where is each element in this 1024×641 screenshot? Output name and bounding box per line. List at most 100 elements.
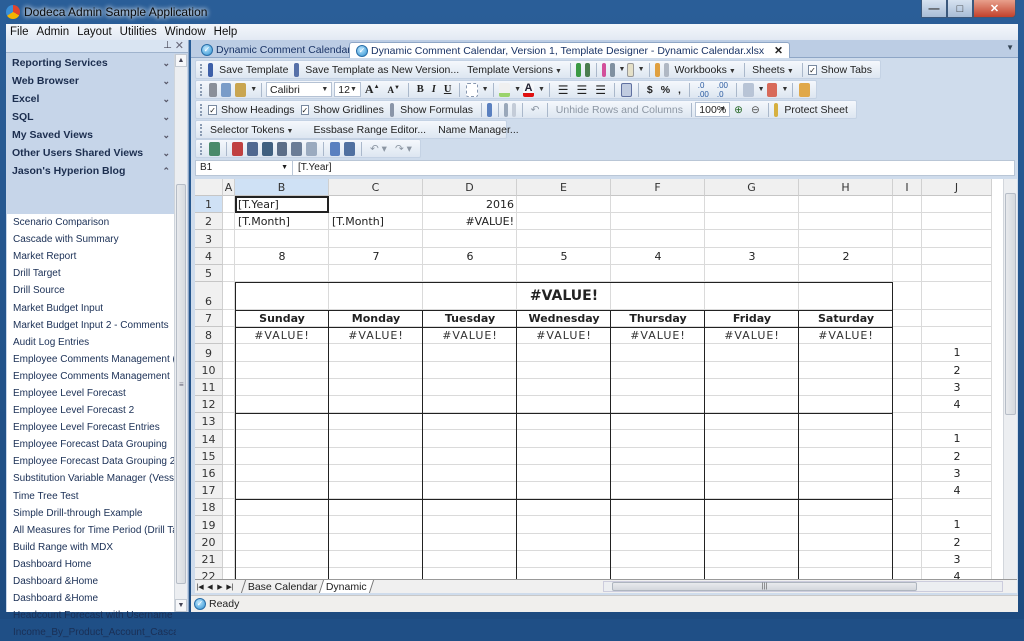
toolbar-grip[interactable] <box>200 83 203 96</box>
row-header[interactable]: 15 <box>195 447 223 465</box>
decrease-decimal-icon[interactable]: .00.0 <box>717 81 728 99</box>
week-row-index[interactable]: 3 <box>922 379 992 396</box>
sidebar-group[interactable]: Other Users Shared Views ⌄ <box>6 144 176 162</box>
row-header[interactable]: 12 <box>195 396 223 414</box>
day-value-cell[interactable]: #VALUE! <box>611 327 705 344</box>
send-icon[interactable] <box>261 141 273 156</box>
currency-button[interactable]: $ <box>647 84 653 96</box>
week-row-index[interactable]: 4 <box>922 396 992 413</box>
sidebar-item[interactable]: Headcount Forecast with Username <box>7 607 176 624</box>
day-header[interactable]: Sunday <box>235 310 329 327</box>
excel-icon[interactable] <box>576 62 582 77</box>
sidebar-item[interactable]: Market Report <box>7 248 176 265</box>
sidebar-item[interactable]: Drill Target <box>7 265 176 282</box>
scroll-thumb[interactable]: ||| <box>612 582 917 591</box>
export-icon[interactable] <box>585 62 590 77</box>
menu-window[interactable]: Window <box>165 26 206 38</box>
sidebar-item[interactable]: Employee Comments Management (E... <box>7 351 176 368</box>
essbase-range-editor-button[interactable]: Essbase Range Editor... <box>313 124 426 136</box>
row-header[interactable]: 22 <box>195 568 223 579</box>
day-value-cell[interactable]: #VALUE! <box>705 327 799 344</box>
row-header[interactable]: 1 <box>195 196 223 214</box>
underline-button[interactable]: U <box>444 84 452 95</box>
column-header[interactable]: J <box>922 179 992 196</box>
cell-c2[interactable]: [T.Month] <box>329 213 423 230</box>
borders-icon[interactable] <box>466 82 478 97</box>
sidebar-scrollbar[interactable]: ▲ ≡ ▼ <box>174 54 187 612</box>
scroll-thumb[interactable]: ≡ <box>176 184 186 584</box>
week-number-cell[interactable]: 5 <box>517 248 611 265</box>
row-header[interactable]: 2 <box>195 213 223 231</box>
hierarchy-icon[interactable] <box>344 141 356 156</box>
fill-color-icon[interactable] <box>499 82 511 97</box>
day-header[interactable]: Friday <box>705 310 799 327</box>
sidebar-item[interactable]: Build Range with MDX <box>7 539 176 556</box>
sidebar-group[interactable]: My Saved Views ⌄ <box>6 126 176 144</box>
workbook-icon[interactable] <box>663 62 669 77</box>
align-left-icon[interactable]: ☰ <box>558 83 569 97</box>
maximize-button[interactable]: □ <box>947 0 973 18</box>
font-color-icon[interactable]: A <box>523 82 534 97</box>
day-value-cell[interactable]: #VALUE! <box>799 327 893 344</box>
cell-d2[interactable]: #VALUE! <box>423 213 517 230</box>
sheet-tab-base-calendar[interactable]: Base Calendar <box>240 580 325 593</box>
table-icon[interactable] <box>487 102 492 117</box>
day-header[interactable]: Wednesday <box>517 310 611 327</box>
comma-button[interactable]: , <box>678 84 681 96</box>
week-row-index[interactable]: 1 <box>922 516 992 533</box>
close-icon[interactable]: ✕ <box>175 39 184 52</box>
row-header[interactable]: 14 <box>195 430 223 448</box>
column-header[interactable]: C <box>329 179 423 196</box>
day-header[interactable]: Thursday <box>611 310 705 327</box>
column-header[interactable]: H <box>799 179 893 196</box>
insert-column-icon[interactable] <box>503 102 509 117</box>
sidebar-item[interactable]: Drill Source <box>7 282 176 299</box>
protect-sheet-button[interactable]: Protect Sheet <box>784 104 848 116</box>
selector-tokens-dropdown[interactable]: Selector Tokens ▼ <box>210 124 293 136</box>
row-header[interactable]: 9 <box>195 344 223 362</box>
horizontal-scrollbar[interactable]: ||| <box>603 581 1003 592</box>
sidebar-group[interactable]: Jason's Hyperion Blog ⌃ <box>6 162 176 180</box>
tab-list-dropdown-icon[interactable]: ▼ <box>1006 43 1014 52</box>
prev-sheet-icon[interactable]: ◀ <box>205 583 215 591</box>
cut-icon[interactable] <box>208 82 217 97</box>
calendar-title[interactable]: #VALUE! <box>235 282 893 310</box>
row-header[interactable]: 5 <box>195 264 223 282</box>
unhide-rows-columns-button[interactable]: Unhide Rows and Columns <box>556 104 683 116</box>
delete-column-icon[interactable] <box>512 102 517 117</box>
sidebar-item[interactable]: Audit Log Entries <box>7 334 176 351</box>
zoom-in-data-icon[interactable] <box>276 141 288 156</box>
show-gridlines-checkbox[interactable]: ✓ <box>300 104 310 115</box>
scroll-thumb[interactable] <box>1005 193 1016 415</box>
font-name-select[interactable]: Calibri ▼ <box>266 82 333 97</box>
day-value-cell[interactable]: #VALUE! <box>235 327 329 344</box>
week-row-index[interactable]: 3 <box>922 465 992 482</box>
sidebar-item[interactable]: Employee Level Forecast 2 <box>7 402 176 419</box>
sidebar-group[interactable]: Reporting Services ⌄ <box>6 54 176 72</box>
workbook-open-icon[interactable] <box>654 62 660 77</box>
row-header[interactable]: 21 <box>195 550 223 568</box>
sidebar-item[interactable]: Employee Comments Management <box>7 368 176 385</box>
scroll-down-icon[interactable]: ▼ <box>175 599 187 612</box>
show-headings-checkbox[interactable]: ✓ <box>208 104 217 115</box>
week-row-index[interactable]: 2 <box>922 448 992 465</box>
paste-icon[interactable] <box>235 82 247 97</box>
row-header[interactable]: 20 <box>195 533 223 551</box>
cell-b2[interactable]: [T.Month] <box>235 213 329 230</box>
zoom-out-data-icon[interactable] <box>291 141 303 156</box>
week-row-index[interactable]: 2 <box>922 362 992 379</box>
day-header[interactable]: Tuesday <box>423 310 517 327</box>
sidebar-group[interactable]: SQL ⌄ <box>6 108 176 126</box>
menu-file[interactable]: File <box>10 26 29 38</box>
column-header[interactable]: D <box>423 179 517 196</box>
row-header[interactable]: 8 <box>195 327 223 345</box>
cell-d1[interactable]: 2016 <box>423 196 517 213</box>
sidebar-item[interactable]: Employee Level Forecast <box>7 385 176 402</box>
week-row-index[interactable]: 2 <box>922 534 992 551</box>
font-size-select[interactable]: 12 ▼ <box>334 82 361 97</box>
row-header[interactable]: 4 <box>195 247 223 265</box>
sidebar-group[interactable]: Excel ⌄ <box>6 90 176 108</box>
day-value-cell[interactable]: #VALUE! <box>517 327 611 344</box>
align-center-icon[interactable]: ☰ <box>576 83 587 97</box>
sidebar-group[interactable]: Web Browser ⌄ <box>6 72 176 90</box>
